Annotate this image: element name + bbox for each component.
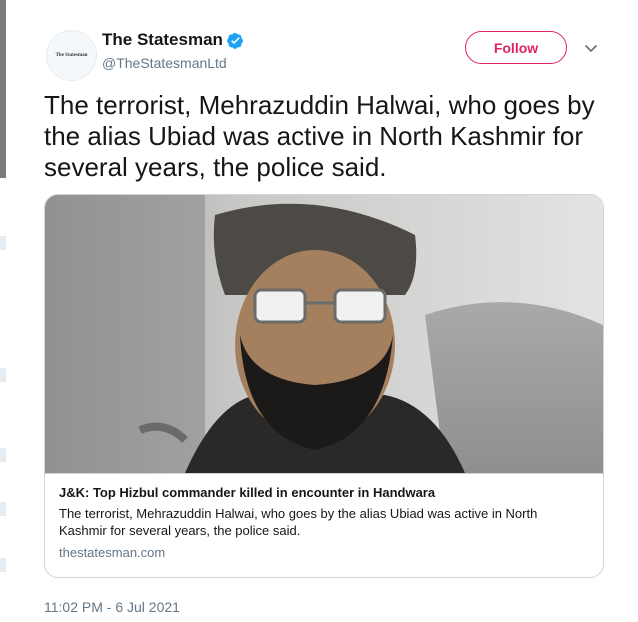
background-page-edge xyxy=(0,0,9,622)
edge-fragment xyxy=(0,368,6,382)
avatar-logo: The Statesman xyxy=(55,52,88,58)
chevron-down-icon[interactable] xyxy=(583,40,599,56)
card-domain[interactable]: thestatesman.com xyxy=(59,545,591,560)
tweet-container: The Statesman The Statesman @TheStatesma… xyxy=(30,18,620,618)
tweet-timestamp[interactable]: 11:02 PM - 6 Jul 2021 xyxy=(44,599,180,615)
author-name-row: The Statesman xyxy=(102,30,244,50)
follow-button[interactable]: Follow xyxy=(465,31,567,64)
edge-fragment xyxy=(0,502,6,516)
author-handle[interactable]: @TheStatesmanLtd xyxy=(102,55,227,71)
tweet-text: The terrorist, Mehrazuddin Halwai, who g… xyxy=(44,90,595,182)
card-body[interactable]: J&K: Top Hizbul commander killed in enco… xyxy=(45,473,603,577)
avatar[interactable]: The Statesman xyxy=(46,30,97,81)
edge-fragment xyxy=(0,558,6,572)
edge-bar xyxy=(0,0,6,178)
card-title[interactable]: J&K: Top Hizbul commander killed in enco… xyxy=(59,484,591,501)
card-description: The terrorist, Mehrazuddin Halwai, who g… xyxy=(59,506,538,538)
card-image[interactable] xyxy=(45,195,603,473)
edge-fragment xyxy=(0,236,6,250)
link-card[interactable]: J&K: Top Hizbul commander killed in enco… xyxy=(44,194,604,578)
author-display-name[interactable]: The Statesman xyxy=(102,30,223,50)
verified-badge-icon xyxy=(227,32,243,49)
edge-fragment xyxy=(0,448,6,462)
